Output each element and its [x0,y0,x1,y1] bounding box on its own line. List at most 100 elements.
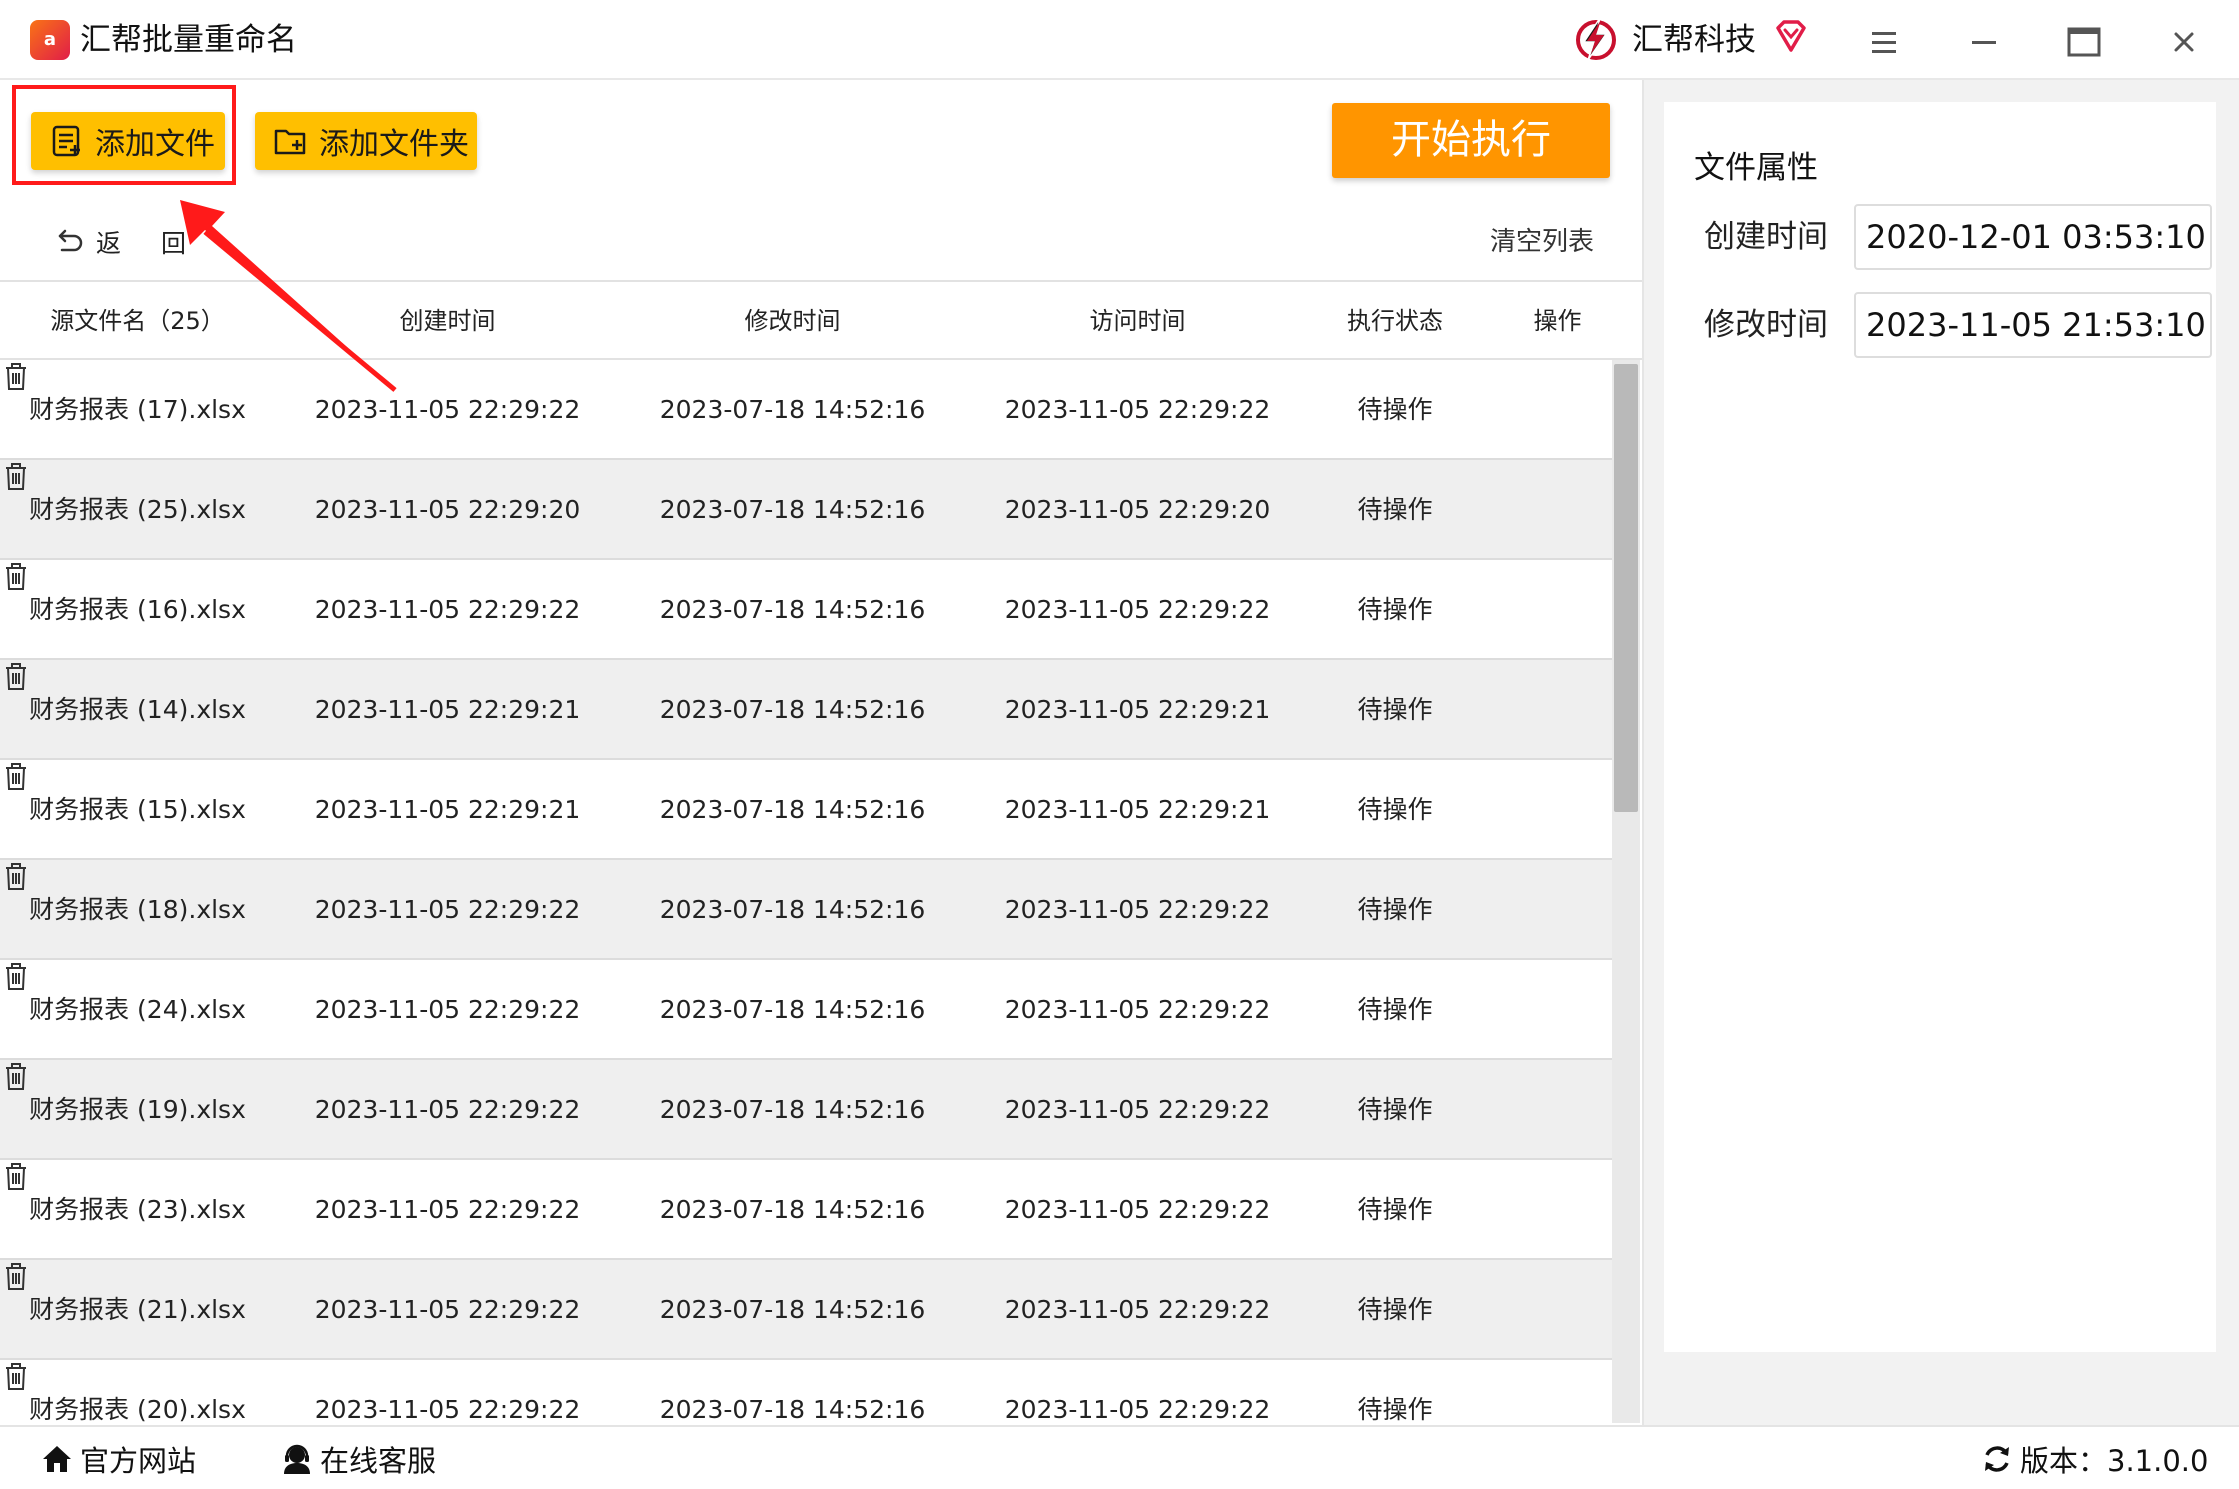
home-icon [43,1446,71,1472]
cell-filename: 财务报表 (23).xlsx [29,1195,246,1224]
ctime-field[interactable]: 2020-12-01 03:53:10 [1854,204,2212,270]
scrollbar-thumb[interactable] [1614,364,1638,812]
column-header-status[interactable]: 执行状态 [1320,282,1470,360]
title-bar: a 汇帮批量重命名 汇帮科技 [0,0,2239,80]
table-row[interactable]: 财务报表 (20).xlsx 2023-11-05 22:29:22 2023-… [0,1360,1612,1423]
cell-atime: 2023-11-05 22:29:21 [1004,695,1271,724]
cell-mtime: 2023-07-18 14:52:16 [659,1095,926,1124]
cell-status: 待操作 [1357,495,1433,524]
start-button[interactable]: 开始执行 [1332,103,1610,178]
back-label: 返回 [96,229,227,258]
table-row[interactable]: 财务报表 (14).xlsx 2023-11-05 22:29:21 2023-… [0,660,1612,760]
cell-atime: 2023-11-05 22:29:22 [1004,995,1271,1024]
cell-ctime: 2023-11-05 22:29:22 [314,395,581,424]
cell-status: 待操作 [1357,1295,1433,1324]
version-info[interactable]: 版本：3.1.0.0 [1980,1439,2208,1479]
cell-status: 待操作 [1357,995,1433,1024]
cell-filename: 财务报表 (24).xlsx [29,995,246,1024]
table-row[interactable]: 财务报表 (17).xlsx 2023-11-05 22:29:22 2023-… [0,360,1612,460]
undo-arrow-icon [58,229,83,252]
cell-atime: 2023-11-05 22:29:20 [1004,495,1271,524]
add-folder-label: 添加文件夹 [319,127,469,162]
table-scrollbar[interactable] [1612,360,1640,1423]
cell-mtime: 2023-07-18 14:52:16 [659,1295,926,1324]
cell-atime: 2023-11-05 22:29:22 [1004,595,1271,624]
cell-mtime: 2023-07-18 14:52:16 [659,1395,926,1423]
online-service-link[interactable]: 在线客服 [280,1439,436,1479]
close-icon[interactable] [2162,20,2206,64]
table-row[interactable]: 财务报表 (15).xlsx 2023-11-05 22:29:21 2023-… [0,760,1612,860]
cell-atime: 2023-11-05 22:29:22 [1004,1095,1271,1124]
official-site-link[interactable]: 官方网站 [40,1439,196,1479]
minimize-icon[interactable] [1962,20,2006,64]
clear-list-button[interactable]: 清空列表 [1490,222,1594,262]
cell-mtime: 2023-07-18 14:52:16 [659,795,926,824]
cell-ctime: 2023-11-05 22:29:22 [314,1195,581,1224]
file-properties-panel: 文件属性 创建时间 2020-12-01 03:53:10 修改时间 2023-… [1642,80,2239,1425]
maximize-icon[interactable] [2062,20,2106,64]
cell-filename: 财务报表 (15).xlsx [29,795,246,824]
version-label: 版本：3.1.0.0 [2020,1444,2209,1478]
cell-ctime: 2023-11-05 22:29:22 [314,1395,581,1423]
ctime-label: 创建时间 [1704,219,1828,255]
app-title: 汇帮批量重命名 [80,22,297,58]
table-row[interactable]: 财务报表 (24).xlsx 2023-11-05 22:29:22 2023-… [0,960,1612,1060]
cell-ctime: 2023-11-05 22:29:22 [314,595,581,624]
cell-filename: 财务报表 (14).xlsx [29,695,246,724]
cell-atime: 2023-11-05 22:29:21 [1004,795,1271,824]
mtime-field[interactable]: 2023-11-05 21:53:10 [1854,292,2212,358]
cell-status: 待操作 [1357,395,1433,424]
add-folder-button[interactable]: 添加文件夹 [255,112,477,170]
cell-mtime: 2023-07-18 14:52:16 [659,695,926,724]
column-header-name[interactable]: 源文件名（25） [0,282,275,360]
cell-status: 待操作 [1357,1095,1433,1124]
table-row[interactable]: 财务报表 (18).xlsx 2023-11-05 22:29:22 2023-… [0,860,1612,960]
mtime-label: 修改时间 [1704,307,1828,343]
cell-filename: 财务报表 (17).xlsx [29,395,246,424]
cell-filename: 财务报表 (20).xlsx [29,1395,246,1423]
table-row[interactable]: 财务报表 (23).xlsx 2023-11-05 22:29:22 2023-… [0,1160,1612,1260]
headset-person-icon [284,1444,310,1474]
official-site-label: 官方网站 [80,1444,197,1478]
table-header: 源文件名（25） 创建时间 修改时间 访问时间 执行状态 操作 [0,280,1642,360]
cell-filename: 财务报表 (19).xlsx [29,1095,246,1124]
cell-ctime: 2023-11-05 22:29:20 [314,495,581,524]
cell-filename: 财务报表 (18).xlsx [29,895,246,924]
cell-ctime: 2023-11-05 22:29:21 [314,695,581,724]
back-button[interactable]: 返回 [52,222,226,262]
cell-ctime: 2023-11-05 22:29:21 [314,795,581,824]
cell-atime: 2023-11-05 22:29:22 [1004,1195,1271,1224]
cell-status: 待操作 [1357,795,1433,824]
cell-ctime: 2023-11-05 22:29:22 [314,895,581,924]
properties-title: 文件属性 [1694,150,1818,186]
cell-status: 待操作 [1357,595,1433,624]
cell-mtime: 2023-07-18 14:52:16 [659,895,926,924]
table-row[interactable]: 财务报表 (25).xlsx 2023-11-05 22:29:20 2023-… [0,460,1612,560]
cell-atime: 2023-11-05 22:29:22 [1004,1395,1271,1423]
column-header-atime[interactable]: 访问时间 [990,282,1285,360]
cell-status: 待操作 [1357,1395,1433,1423]
cell-status: 待操作 [1357,895,1433,924]
cell-atime: 2023-11-05 22:29:22 [1004,895,1271,924]
cell-mtime: 2023-07-18 14:52:16 [659,395,926,424]
status-footer: 官方网站 在线客服 版本：3.1.0.0 [0,1425,2239,1489]
cell-filename: 财务报表 (16).xlsx [29,595,246,624]
cell-mtime: 2023-07-18 14:52:16 [659,1195,926,1224]
properties-card: 文件属性 创建时间 2020-12-01 03:53:10 修改时间 2023-… [1664,102,2216,1352]
hamburger-icon[interactable] [1862,20,1906,64]
column-header-mtime[interactable]: 修改时间 [645,282,940,360]
highlight-annotation-box [12,85,236,185]
table-row[interactable]: 财务报表 (21).xlsx 2023-11-05 22:29:22 2023-… [0,1260,1612,1360]
table-row[interactable]: 财务报表 (16).xlsx 2023-11-05 22:29:22 2023-… [0,560,1612,660]
app-logo-icon: a [30,20,70,60]
cell-mtime: 2023-07-18 14:52:16 [659,995,926,1024]
column-header-op: 操作 [1533,307,1582,335]
table-row[interactable]: 财务报表 (19).xlsx 2023-11-05 22:29:22 2023-… [0,1060,1612,1160]
column-header-ctime[interactable]: 创建时间 [300,282,595,360]
brand-logo-icon [1576,17,1616,61]
diamond-heart-icon[interactable] [1772,18,1810,56]
cell-ctime: 2023-11-05 22:29:22 [314,1295,581,1324]
cell-filename: 财务报表 (21).xlsx [29,1295,246,1324]
cell-atime: 2023-11-05 22:29:22 [1004,1295,1271,1324]
cell-ctime: 2023-11-05 22:29:22 [314,1095,581,1124]
